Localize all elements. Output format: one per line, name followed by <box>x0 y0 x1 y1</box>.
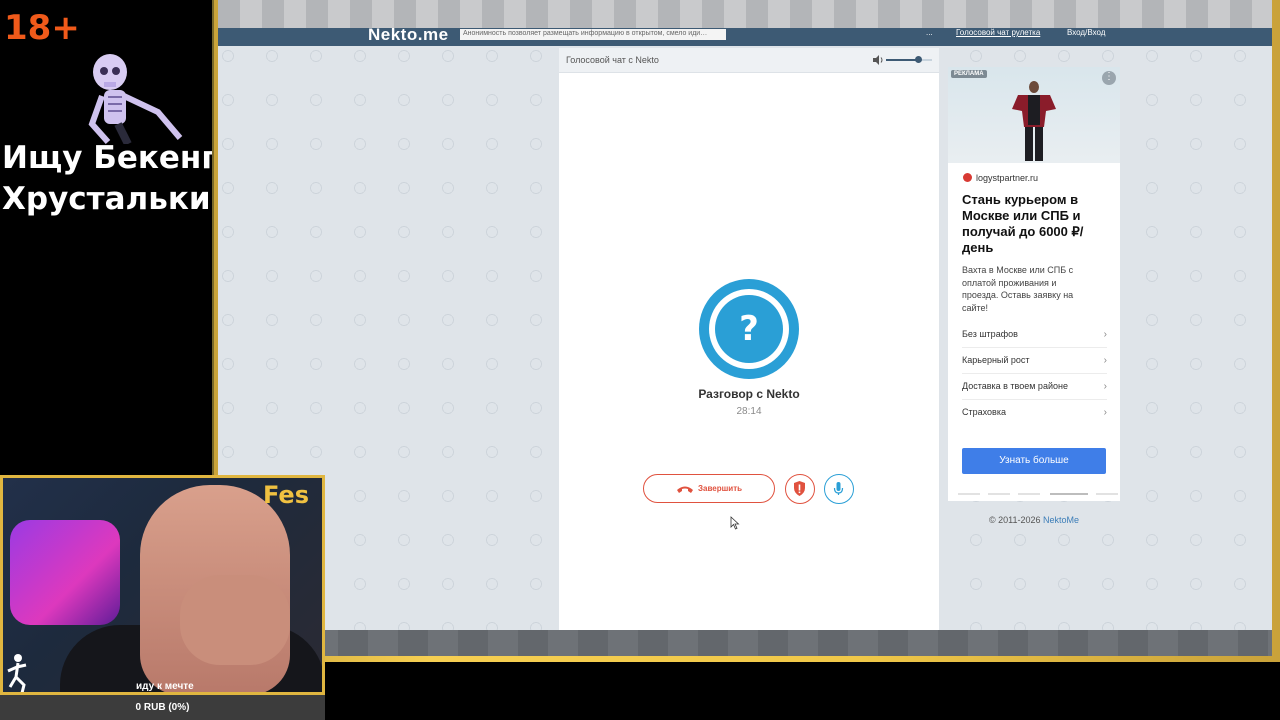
ad-headline[interactable]: Стань курьером в Москве или СПБ и получа… <box>962 192 1112 256</box>
chevron-right-icon: › <box>1103 407 1107 418</box>
webcam-border <box>0 475 325 695</box>
end-call-label: Завершить <box>698 484 743 493</box>
ad-item-no-fines[interactable]: Без штрафов › <box>962 322 1107 348</box>
skeleton-icon <box>88 54 183 144</box>
chat-title: Голосовой чат с Nekto <box>566 55 659 65</box>
chevron-right-icon: › <box>1103 381 1107 392</box>
chat-header: Голосовой чат с Nekto <box>559 48 939 73</box>
end-call-button[interactable]: Завершить <box>643 474 775 503</box>
ad-item-label: Доставка в твоем районе <box>962 381 1068 391</box>
volume-icon[interactable] <box>872 54 884 66</box>
volume-slider[interactable] <box>886 56 932 63</box>
peer-avatar: ? <box>699 279 799 379</box>
chevron-right-icon: › <box>1103 329 1107 340</box>
ad-item-label: Страховка <box>962 407 1006 417</box>
ad-item-delivery[interactable]: Доставка в твоем районе › <box>962 374 1107 400</box>
hang-up-icon <box>677 486 693 493</box>
chevron-right-icon: › <box>1103 355 1107 366</box>
question-mark-icon: ? <box>715 295 783 363</box>
ad-cta-button[interactable]: Узнать больше <box>962 448 1106 474</box>
stream-title: Ищу Бекенг Хрустальки <box>2 138 218 220</box>
microphone-icon <box>833 482 844 495</box>
voice-chat-panel: Голосовой чат с Nekto ? Разговор с Nekto… <box>559 48 939 630</box>
ad-feature-list: Без штрафов › Карьерный рост › Доставка в … <box>962 322 1107 425</box>
site-logo[interactable]: Nekto.me <box>368 25 449 45</box>
ad-domain-icon <box>963 173 972 182</box>
bottom-strip <box>218 630 1272 656</box>
stream-title-line2: Хрустальки <box>2 181 211 217</box>
ad-badge: РЕКЛАМА <box>951 70 987 78</box>
ad-item-label: Карьерный рост <box>962 355 1030 365</box>
mouse-cursor-icon <box>730 516 740 530</box>
shield-alert-icon <box>794 481 805 496</box>
volume-fill <box>886 59 919 61</box>
copyright: © 2011-2026 NektoMe <box>948 515 1120 525</box>
ad-domain[interactable]: logystpartner.ru <box>976 173 1038 183</box>
age-rating: 18+ <box>4 8 80 48</box>
ad-photo-person <box>1012 81 1056 161</box>
copyright-link[interactable]: NektoMe <box>1043 515 1079 525</box>
ad-item-insurance[interactable]: Страховка › <box>962 400 1107 425</box>
nav-item-login[interactable]: Вход/Вход <box>1067 28 1105 37</box>
stream-overlay: 18+ Ищу Бекенг Хрустальки <box>0 0 218 475</box>
volume-knob[interactable] <box>915 56 923 63</box>
ad-description: Вахта в Москве или СПБ с оплатой прожива… <box>962 265 1074 313</box>
ad-item-label: Без штрафов <box>962 329 1018 339</box>
donation-goal: 0 RUB (0%) <box>0 695 325 720</box>
ad-block[interactable]: РЕКЛАМА ⋮ logystpartner.ru Стань курьеро… <box>948 67 1120 501</box>
ad-image[interactable]: РЕКЛАМА ⋮ <box>948 67 1120 163</box>
nav-item-voice-roulette[interactable]: Голосовой чат рулетка <box>956 28 1040 37</box>
ad-item-career[interactable]: Карьерный рост › <box>962 348 1107 374</box>
ad-menu-icon[interactable]: ⋮ <box>1102 71 1116 85</box>
peer-name: Разговор с Nekto <box>698 387 800 401</box>
stream-title-line1: Ищу Бекенг <box>2 140 218 176</box>
ad-carousel-dots <box>958 493 1118 495</box>
avatar-ring: ? <box>709 289 789 369</box>
report-button[interactable] <box>785 474 815 504</box>
microphone-button[interactable] <box>824 474 854 504</box>
copyright-text: © 2011-2026 <box>988 515 1041 525</box>
notice-banner: Анонимность позволяет размещать информац… <box>460 29 726 40</box>
nav-item-menu[interactable]: ... <box>926 28 933 37</box>
call-timer: 28:14 <box>736 406 762 417</box>
